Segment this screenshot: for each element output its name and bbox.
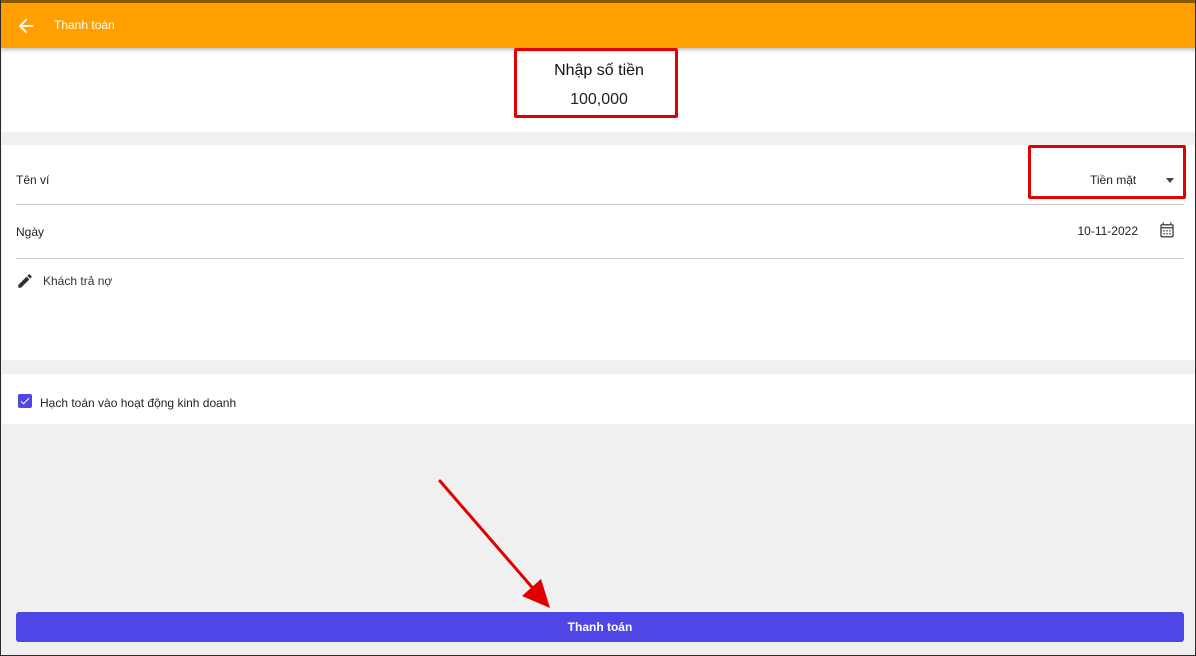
- calendar-icon: [1160, 222, 1174, 238]
- arrow-left-icon: [18, 18, 34, 34]
- amount-label: Nhập số tiền: [554, 62, 644, 79]
- caret-down-icon: [1166, 178, 1174, 183]
- accounting-label[interactable]: Hạch toán vào hoạt động kinh doanh: [40, 396, 236, 410]
- note-text: Khách trả nợ: [43, 274, 113, 288]
- amount-input[interactable]: 100,000: [2, 91, 1195, 109]
- date-label: Ngày: [16, 225, 45, 239]
- app-bar: Thanh toán: [1, 3, 1195, 48]
- date-value[interactable]: 10-11-2022: [1078, 224, 1139, 238]
- wallet-label: Tên ví: [16, 173, 50, 187]
- back-button[interactable]: [15, 15, 37, 37]
- date-row: Ngày 10-11-2022: [16, 204, 1184, 259]
- app-window: Thanh toán Nhập số tiền 100,000 Tên ví T…: [0, 0, 1196, 656]
- wallet-row: Tên ví Tiền mặt: [16, 145, 1184, 205]
- wallet-dropdown[interactable]: Tiền mặt: [1064, 169, 1184, 191]
- page-title: Thanh toán: [54, 18, 115, 32]
- check-icon: [20, 397, 30, 405]
- pay-button[interactable]: Thanh toán: [16, 612, 1184, 642]
- payment-form: Tên ví Tiền mặt Ngày 10-11-2022 Khách tr…: [2, 145, 1195, 360]
- accounting-checkbox[interactable]: [18, 394, 32, 408]
- amount-section[interactable]: Nhập số tiền 100,000: [2, 48, 1195, 132]
- pencil-icon: [18, 274, 32, 288]
- accounting-section: Hạch toán vào hoạt động kinh doanh: [2, 374, 1195, 424]
- wallet-selected-value: Tiền mặt: [1090, 173, 1137, 187]
- note-field[interactable]: Khách trả nợ: [16, 270, 1184, 350]
- calendar-button[interactable]: [1158, 221, 1176, 239]
